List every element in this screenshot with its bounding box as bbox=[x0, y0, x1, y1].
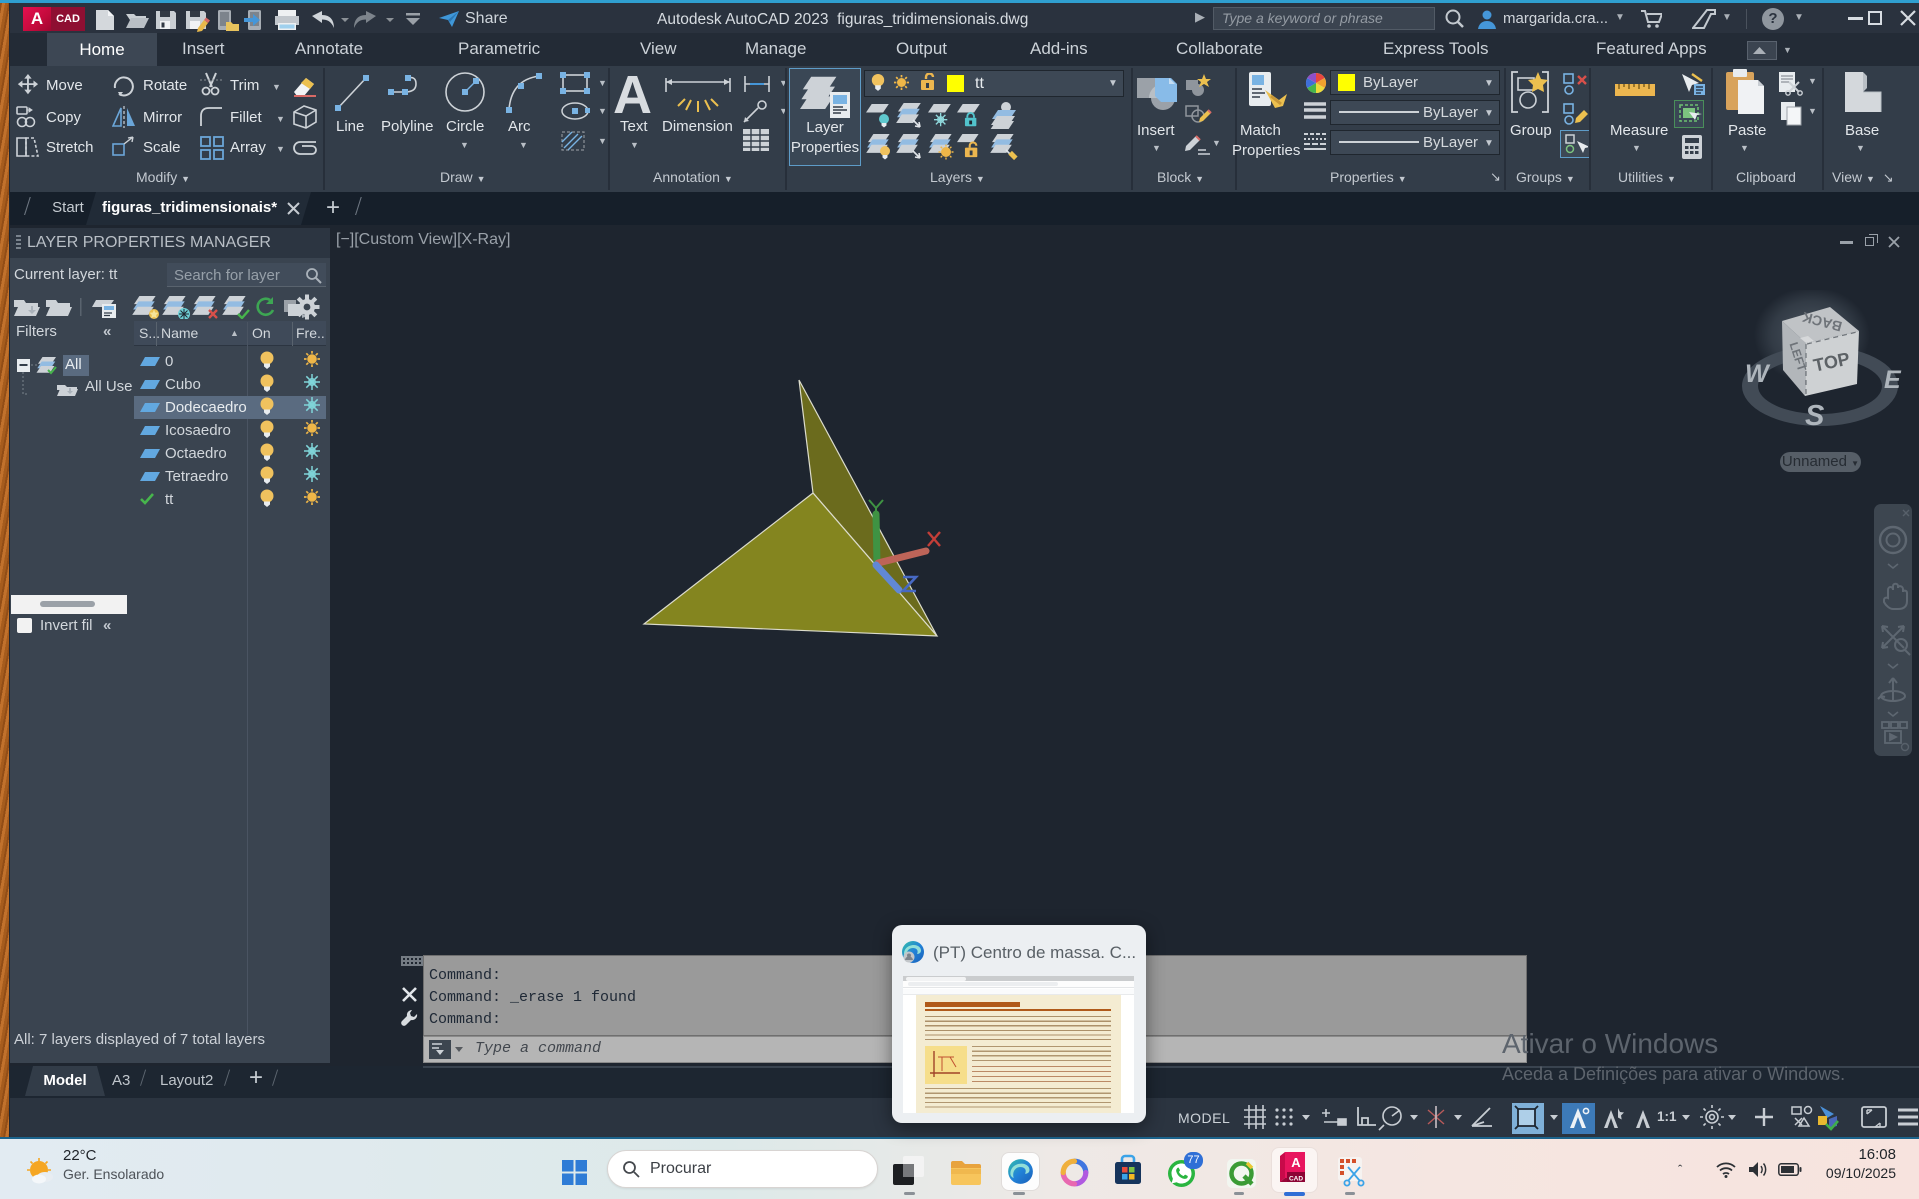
svg-text:CAD: CAD bbox=[1289, 1176, 1303, 1183]
svg-text:W: W bbox=[1745, 360, 1771, 388]
svg-text:E: E bbox=[1884, 366, 1902, 394]
svg-text:A: A bbox=[1291, 1155, 1301, 1170]
svg-text:S: S bbox=[1805, 400, 1825, 432]
